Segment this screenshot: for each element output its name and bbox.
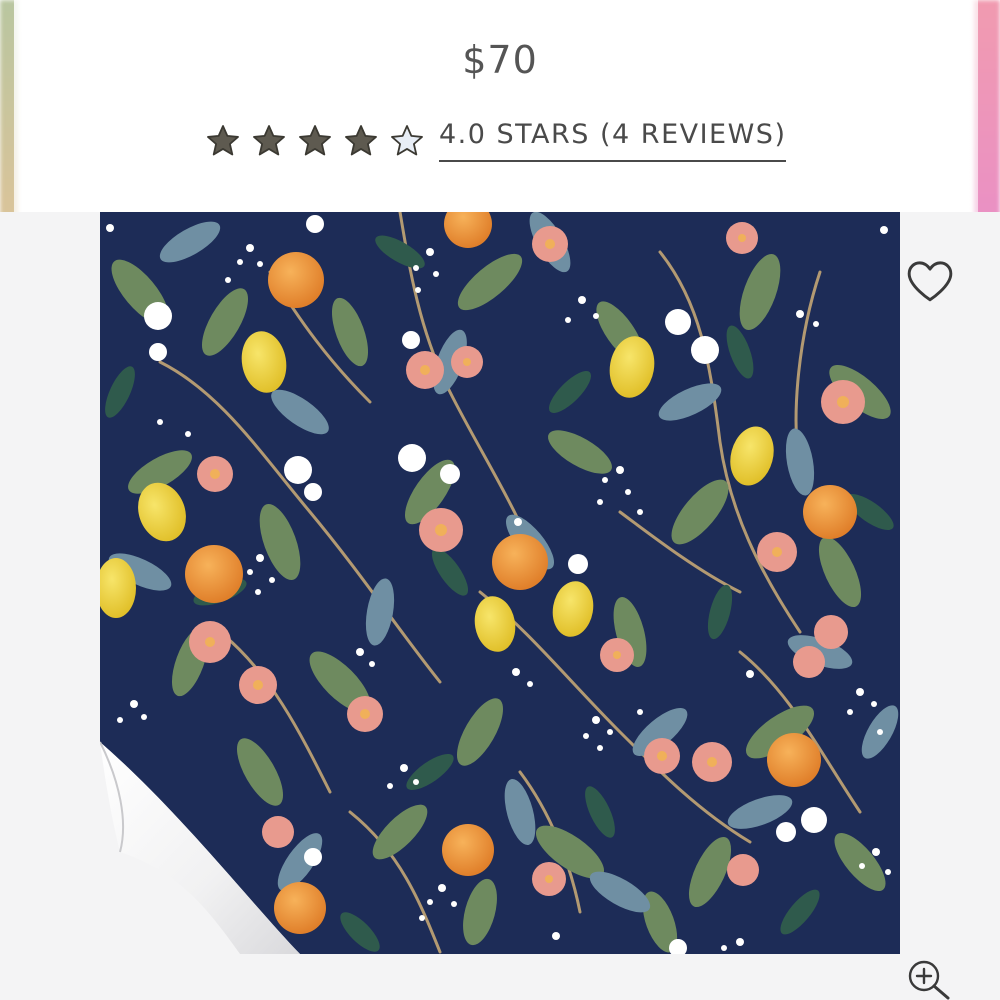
star-icon [345, 124, 377, 156]
reviews-link[interactable]: 4.0 STARS (4 REVIEWS) [439, 120, 787, 162]
star-icon [299, 124, 331, 156]
rating-row: 4.0 STARS (4 REVIEWS) [205, 120, 787, 162]
star-empty-icon [391, 124, 423, 156]
product-price: $70 [462, 38, 538, 82]
star-icon [253, 124, 285, 156]
product-page: p p $70 4.0 STARS (4 REVIEWS) [0, 0, 1000, 1000]
wishlist-heart-icon[interactable] [905, 258, 955, 304]
product-image[interactable] [100, 212, 900, 954]
zoom-in-icon[interactable] [904, 956, 954, 1000]
star-icon [207, 124, 239, 156]
